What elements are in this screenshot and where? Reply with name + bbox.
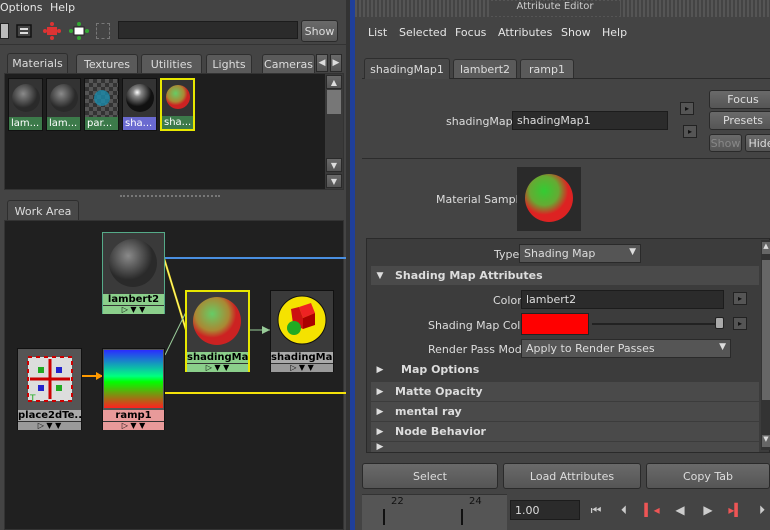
tab-ramp1[interactable]: ramp1 (520, 59, 574, 78)
step-forward-key-icon[interactable]: ⏵ (752, 499, 770, 521)
section-title: Matte Opacity (395, 385, 483, 398)
scroll-down-button[interactable]: ▼ (762, 435, 770, 447)
play-backwards-icon[interactable]: ◀ (670, 499, 690, 521)
focus-button[interactable]: Focus (709, 90, 770, 109)
section-node-behavior[interactable]: ▶ Node Behavior (371, 422, 759, 441)
current-time-field[interactable]: 1.00 (510, 500, 580, 520)
step-forward-frame-icon[interactable]: ▸▍ (726, 499, 746, 521)
play-forwards-icon[interactable]: ▶ (698, 499, 718, 521)
node-place2d-texture[interactable]: T place2dTe... ▷ ▼ ▼ (17, 348, 82, 430)
step-back-key-icon[interactable]: ⏴ (614, 499, 634, 521)
type-dropdown-value: Shading Map (524, 247, 596, 260)
go-to-start-icon[interactable]: ⏮ (586, 499, 606, 521)
section-mental-ray[interactable]: ▶ mental ray (371, 402, 759, 421)
shading-map-name-label: shadingMap: (446, 115, 517, 128)
section-collapsed-icon: ▶ (376, 386, 384, 397)
section-next-partial[interactable]: ▶ (371, 442, 759, 452)
node-port-bar[interactable]: ▷ ▼ ▼ (271, 363, 333, 372)
node-label: ramp1 (103, 410, 164, 421)
render-pass-mode-label: Render Pass Mode (428, 343, 529, 356)
node-ramp1[interactable]: ramp1 ▷ ▼ ▼ (102, 348, 165, 430)
time-slider[interactable]: 22 24 (362, 494, 507, 530)
step-back-frame-icon[interactable]: ▍◂ (642, 499, 662, 521)
node-label: place2dTe... (18, 410, 81, 421)
node-port-bar[interactable]: ▷ ▼ ▼ (103, 421, 164, 430)
render-pass-mode-dropdown[interactable]: Apply to Render Passes ▼ (521, 339, 731, 358)
menu-selected[interactable]: Selected (399, 26, 447, 39)
shading-map-name-field[interactable]: shadingMap1 (512, 111, 668, 130)
presets-button[interactable]: Presets (709, 111, 770, 130)
material-sample-label: Material Sample (436, 193, 526, 206)
section-title: Map Options (401, 363, 480, 376)
section-collapsed-icon: ▶ (376, 364, 384, 375)
node-label: shadingMa... (187, 352, 248, 363)
node-port-bar[interactable]: ▷ ▼ ▼ (103, 305, 164, 314)
node-port-bar[interactable]: ▷ ▼ ▼ (187, 363, 248, 372)
shading-map-color-map-button-icon[interactable]: ▸ (733, 317, 747, 330)
time-tick (383, 509, 385, 525)
show-button[interactable]: Show (709, 134, 742, 152)
output-connection-icon[interactable]: ▸ (683, 125, 697, 138)
section-collapsed-icon: ▶ (376, 406, 384, 417)
tab-shadingmap1[interactable]: shadingMap1 (364, 58, 450, 79)
node-lambert2[interactable]: lambert2 ▷ ▼ ▼ (102, 232, 165, 314)
time-tick-label: 24 (469, 496, 482, 507)
section-shading-map-attributes[interactable]: ▼ Shading Map Attributes (371, 266, 759, 285)
menu-show[interactable]: Show (561, 26, 591, 39)
material-sample-preview (517, 167, 581, 231)
color-field[interactable]: lambert2 (521, 290, 724, 309)
input-connection-icon[interactable]: ▸ (680, 102, 694, 115)
header-separator (362, 158, 770, 159)
menu-list[interactable]: List (368, 26, 387, 39)
time-tick (461, 509, 463, 525)
section-title: Node Behavior (395, 425, 486, 438)
render-pass-mode-value: Apply to Render Passes (526, 342, 655, 355)
scroll-up-button[interactable]: ▲ (762, 242, 770, 254)
shading-map-color-label: Shading Map Color (428, 319, 532, 332)
hide-button[interactable]: Hide (745, 134, 770, 152)
section-title: Shading Map Attributes (395, 269, 543, 282)
color-map-button-icon[interactable]: ▸ (733, 292, 747, 305)
select-button[interactable]: Select (362, 463, 498, 489)
node-label: shadingMa... (271, 352, 333, 363)
shading-map-color-swatch[interactable] (521, 313, 589, 335)
shading-map-color-slider[interactable] (592, 323, 722, 325)
color-label: Color (493, 294, 522, 307)
section-collapsed-icon: ▶ (376, 442, 384, 452)
menu-help[interactable]: Help (602, 26, 627, 39)
chevron-down-icon: ▼ (719, 342, 726, 352)
menu-focus[interactable]: Focus (455, 26, 486, 39)
load-attributes-button[interactable]: Load Attributes (503, 463, 641, 489)
slider-handle[interactable] (715, 317, 724, 329)
section-collapsed-icon: ▶ (376, 426, 384, 437)
node-label: lambert2 (103, 294, 164, 305)
chevron-down-icon: ▼ (629, 247, 636, 257)
time-tick-label: 22 (391, 496, 404, 507)
section-map-options[interactable]: ▶ Map Options (371, 360, 759, 379)
node-port-bar[interactable]: ▷ ▼ ▼ (18, 421, 81, 430)
svg-text:T: T (29, 394, 36, 404)
node-shading-group[interactable]: shadingMa... ▷ ▼ ▼ (270, 290, 334, 372)
scroll-thumb[interactable] (762, 260, 770, 400)
section-title: mental ray (395, 405, 462, 418)
type-label: Type (494, 248, 520, 261)
copy-tab-button[interactable]: Copy Tab (646, 463, 770, 489)
tab-lambert2[interactable]: lambert2 (453, 59, 517, 78)
type-dropdown[interactable]: Shading Map ▼ (519, 244, 641, 263)
panel-title: Attribute Editor (490, 1, 620, 16)
section-expanded-icon: ▼ (376, 270, 384, 281)
attributes-scrollbar[interactable]: ▲ ▼ (761, 240, 770, 450)
node-shading-map1[interactable]: shadingMa... ▷ ▼ ▼ (185, 290, 250, 372)
menu-attributes[interactable]: Attributes (498, 26, 552, 39)
section-matte-opacity[interactable]: ▶ Matte Opacity (371, 382, 759, 401)
ramp-preview (104, 350, 163, 408)
